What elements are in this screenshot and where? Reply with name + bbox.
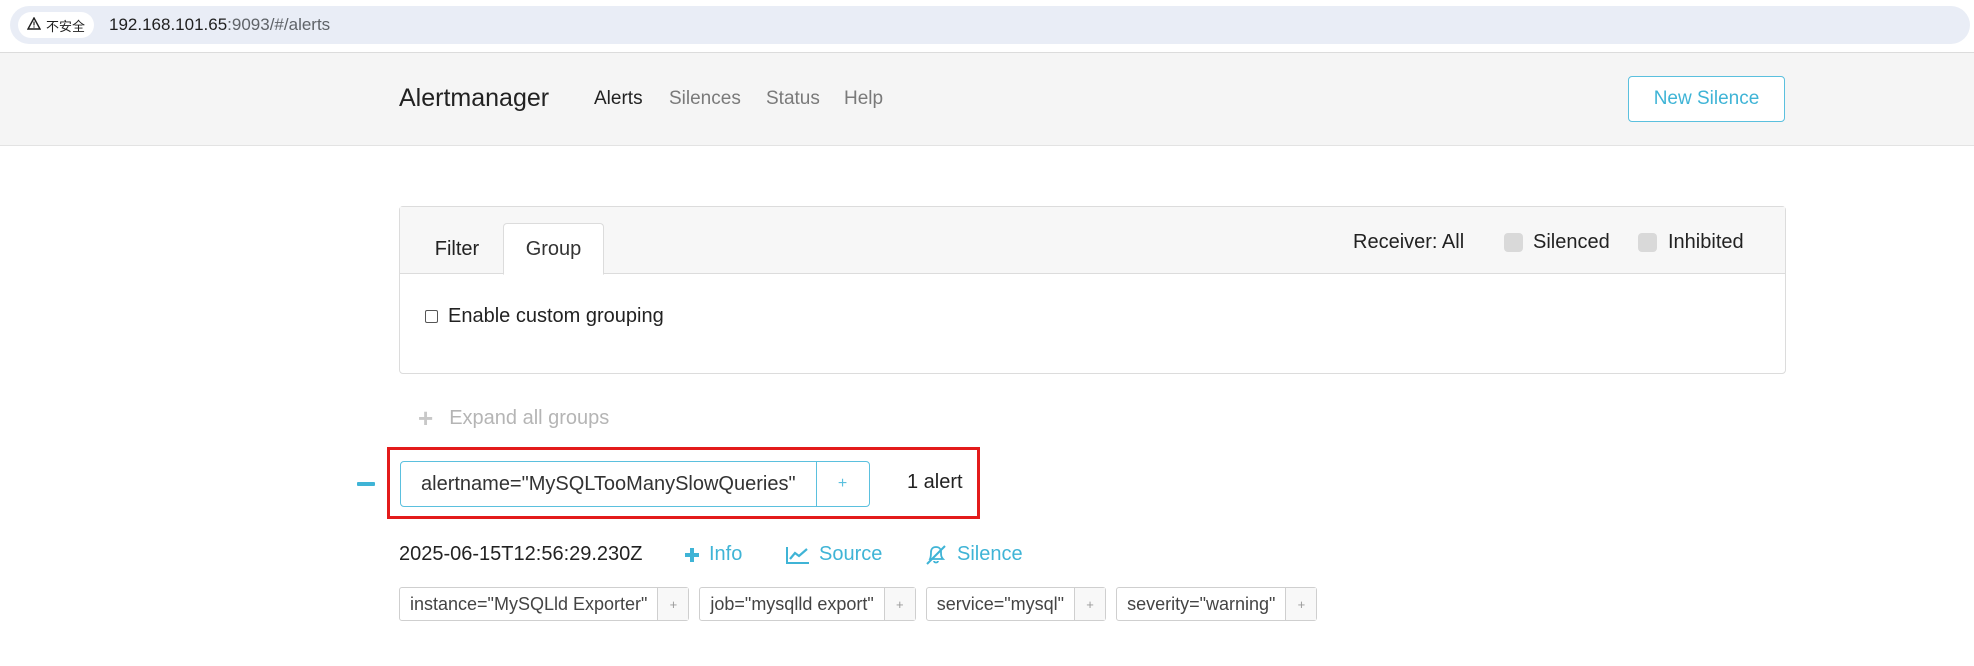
label-add-button[interactable]: + — [657, 588, 689, 620]
source-label: Source — [819, 543, 883, 565]
label-text[interactable]: job="mysqlld export" — [700, 588, 883, 620]
info-button[interactable]: Info — [684, 543, 742, 566]
silenced-label[interactable]: Silenced — [1533, 231, 1610, 254]
alert-timestamp: 2025-06-15T12:56:29.230Z — [399, 543, 643, 565]
silence-button[interactable]: Silence — [924, 543, 1023, 566]
nav-help[interactable]: Help — [844, 88, 883, 110]
bell-slash-icon — [924, 544, 948, 566]
silenced-checkbox[interactable] — [1504, 233, 1523, 252]
minus-icon[interactable] — [357, 482, 375, 486]
tab-filter[interactable]: Filter — [414, 223, 500, 275]
alert-labels: instance="MySQLld Exporter" + job="mysql… — [399, 587, 1318, 621]
security-label: 不安全 — [46, 18, 86, 34]
new-silence-button[interactable]: New Silence — [1628, 76, 1785, 122]
url-path: :9093/#/alerts — [227, 15, 331, 34]
filter-card: Filter Group Receiver: All Silenced Inhi… — [399, 206, 1786, 374]
label-text[interactable]: service="mysql" — [927, 588, 1074, 620]
label-add-button[interactable]: + — [1285, 588, 1317, 620]
nav-silences[interactable]: Silences — [669, 88, 741, 110]
chart-line-icon — [786, 546, 810, 564]
receiver-select[interactable]: Receiver: All — [1353, 231, 1464, 254]
label-text[interactable]: instance="MySQLld Exporter" — [400, 588, 657, 620]
label-chip: service="mysql" + — [925, 587, 1107, 621]
url-text[interactable]: 192.168.101.65:9093/#/alerts — [109, 15, 330, 35]
info-label: Info — [709, 543, 743, 565]
plus-icon — [684, 547, 700, 563]
security-indicator[interactable]: 不安全 — [18, 12, 95, 38]
app-navbar: Alertmanager Alerts Silences Status Help… — [0, 53, 1974, 146]
custom-grouping-label[interactable]: Enable custom grouping — [448, 305, 664, 328]
label-text[interactable]: severity="warning" — [1117, 588, 1285, 620]
url-bar[interactable]: 不安全 192.168.101.65:9093/#/alerts — [10, 6, 1970, 44]
nav-status[interactable]: Status — [766, 88, 820, 110]
nav-alerts[interactable]: Alerts — [594, 88, 643, 110]
label-add-button[interactable]: + — [883, 588, 915, 620]
plus-icon: + — [418, 403, 434, 433]
browser-address-bar: 不安全 192.168.101.65:9093/#/alerts — [0, 0, 1974, 53]
label-chip: job="mysqlld export" + — [699, 587, 916, 621]
silence-label: Silence — [957, 543, 1023, 565]
filter-card-header: Filter Group Receiver: All Silenced Inhi… — [400, 207, 1785, 275]
brand-link[interactable]: Alertmanager — [399, 84, 549, 113]
label-add-button[interactable]: + — [1074, 588, 1106, 620]
label-chip: instance="MySQLld Exporter" + — [399, 587, 690, 621]
inhibited-checkbox[interactable] — [1638, 233, 1657, 252]
expand-all-label: Expand all groups — [449, 406, 610, 429]
warning-triangle-icon — [26, 16, 42, 33]
url-host: 192.168.101.65 — [109, 15, 228, 34]
highlight-box — [387, 447, 980, 519]
custom-grouping-row: Enable custom grouping — [425, 305, 664, 328]
label-chip: severity="warning" + — [1116, 587, 1318, 621]
source-button[interactable]: Source — [786, 543, 882, 566]
expand-all-groups-button[interactable]: + Expand all groups — [418, 405, 609, 431]
inhibited-label[interactable]: Inhibited — [1668, 231, 1744, 254]
custom-grouping-checkbox[interactable] — [425, 310, 438, 323]
tab-group[interactable]: Group — [503, 223, 604, 275]
